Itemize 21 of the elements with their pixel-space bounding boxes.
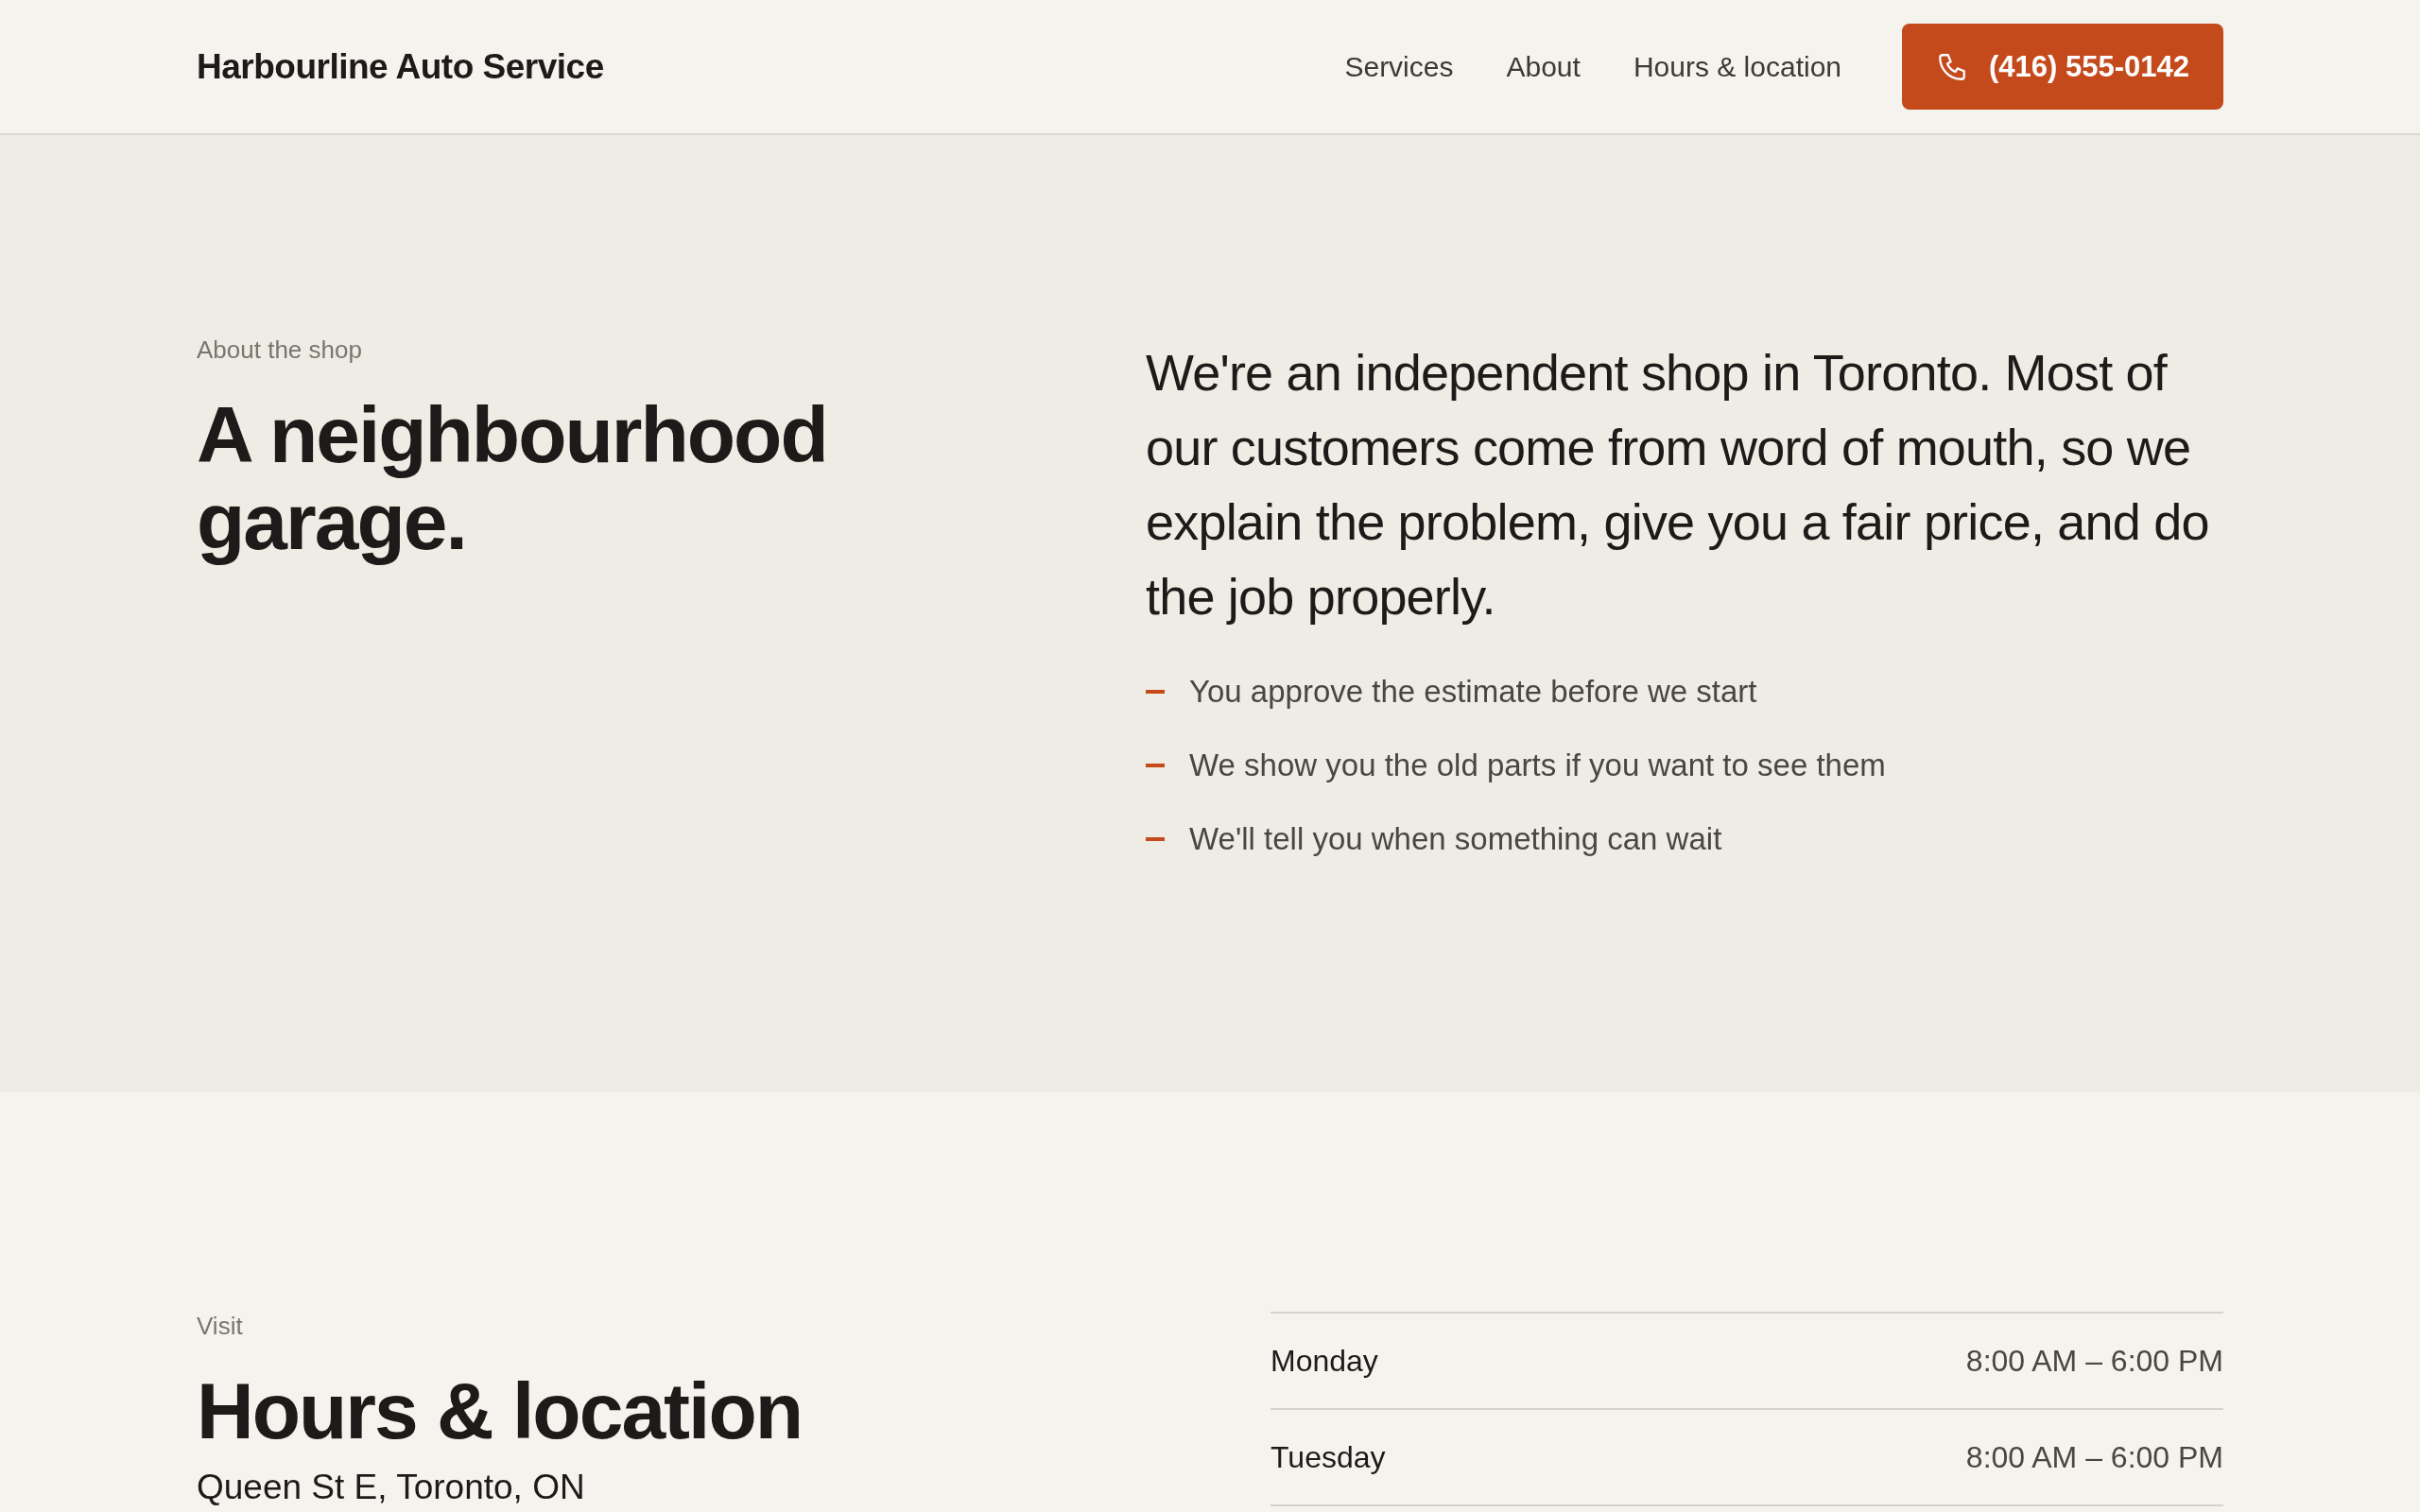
day-label: Monday xyxy=(1270,1343,1378,1379)
nav-link[interactable]: About xyxy=(1506,50,1581,83)
intro-paragraph: We're an independent shop in Toronto. Most of our customers come from word of mouth, so we explain the problem, give you a fair price, and do the job properly. xyxy=(1146,343,2210,627)
nav-link[interactable]: Services xyxy=(1344,50,1454,83)
bullet-point: We'll tell you when something can wait xyxy=(1189,821,1722,857)
dash-icon xyxy=(1146,690,1165,694)
bullet-point: We show you the old parts if you want to see them xyxy=(1189,747,1886,783)
day-label: Tuesday xyxy=(1270,1439,1386,1475)
section-heading: A neighbourhood garage. xyxy=(197,391,828,565)
phone-button[interactable]: (416) 555-0142 xyxy=(1902,24,2223,110)
dash-icon xyxy=(1146,764,1165,767)
section-heading: Hours & location xyxy=(197,1367,804,1454)
address: Queen St E, Toronto, ON xyxy=(197,1468,586,1507)
section-eyebrow: About the shop xyxy=(197,335,363,365)
brand-name: Harbourline Auto Service xyxy=(197,46,604,87)
nav-link[interactable]: Hours & location xyxy=(1633,50,1841,83)
hours-time: 8:00 AM – 6:00 PM xyxy=(1965,1439,2223,1475)
dash-icon xyxy=(1146,837,1165,841)
hours-time: 8:00 AM – 6:00 PM xyxy=(1965,1343,2223,1379)
bullet-point: You approve the estimate before we start xyxy=(1189,674,1757,710)
section-eyebrow: Visit xyxy=(197,1312,244,1341)
